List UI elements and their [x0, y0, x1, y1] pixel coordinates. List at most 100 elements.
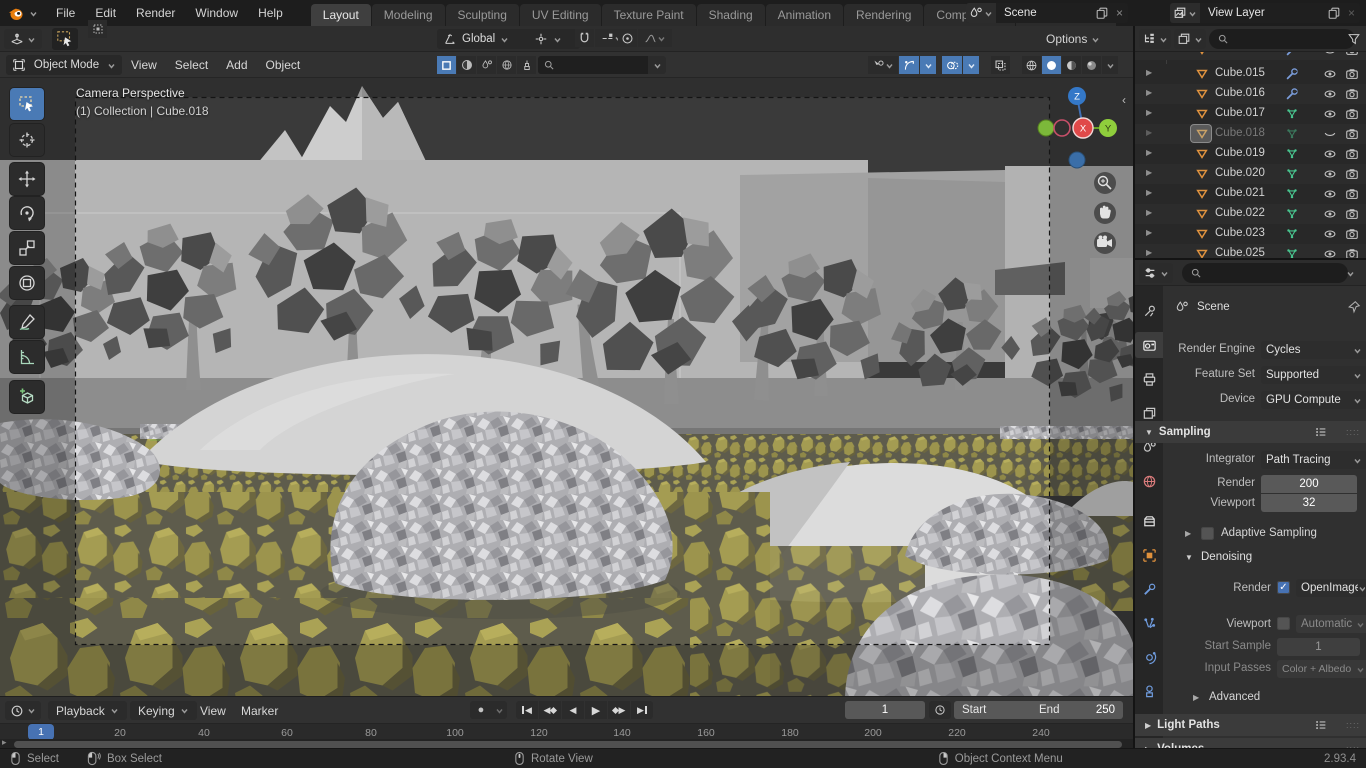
- volumes-panel-header[interactable]: ▶Volumes ::::: [1135, 738, 1366, 748]
- eye-icon[interactable]: [1323, 167, 1337, 181]
- proportional-editing-toggle[interactable]: [618, 29, 637, 47]
- tab-world[interactable]: [1135, 468, 1163, 494]
- playhead[interactable]: 1: [28, 724, 54, 740]
- browse-scene-button[interactable]: [966, 3, 996, 23]
- outliner-row[interactable]: ▶ Cube.021: [1135, 184, 1366, 204]
- viewport-menu-view[interactable]: View: [122, 58, 166, 72]
- sampling-panel-header[interactable]: ▼Sampling ::::: [1135, 421, 1366, 443]
- xray-toggle[interactable]: [991, 56, 1010, 74]
- jump-to-start-button[interactable]: ◀: [516, 701, 538, 719]
- tool-measure[interactable]: [10, 341, 44, 373]
- expand-arrow-icon[interactable]: ▶: [1146, 68, 1152, 77]
- menu-file[interactable]: File: [46, 0, 85, 26]
- camera-visibility-icon[interactable]: [1345, 187, 1359, 201]
- timeline-menu-marker[interactable]: Marker: [233, 701, 286, 720]
- eye-icon[interactable]: [1323, 87, 1337, 101]
- timeline-menu-keying[interactable]: Keying: [130, 701, 197, 720]
- tool-move[interactable]: [10, 163, 44, 195]
- expand-arrow-icon[interactable]: ▶: [1146, 108, 1152, 117]
- filter-collection-button[interactable]: [437, 56, 456, 74]
- camera-visibility-icon[interactable]: [1345, 67, 1359, 81]
- menu-window[interactable]: Window: [185, 0, 248, 26]
- tab-object[interactable]: [1135, 542, 1163, 568]
- outliner-row[interactable]: ▶ Cube.023: [1135, 224, 1366, 244]
- viewport-menu-select[interactable]: Select: [166, 58, 217, 72]
- tool-rotate[interactable]: [10, 197, 44, 229]
- adaptive-sampling-checkbox[interactable]: [1201, 527, 1214, 540]
- device-dropdown[interactable]: GPU Compute: [1261, 391, 1366, 409]
- samples-render-field[interactable]: 200: [1261, 475, 1357, 493]
- camera-visibility-icon[interactable]: [1345, 227, 1359, 241]
- tab-output[interactable]: [1135, 366, 1163, 392]
- panel-grip-icon[interactable]: ::::: [1346, 720, 1360, 730]
- denoise-viewport-checkbox[interactable]: [1277, 617, 1290, 630]
- workspace-tab-sculpting[interactable]: Sculpting: [446, 4, 519, 26]
- editor-type-button[interactable]: [4, 29, 42, 49]
- adaptive-expand-arrow[interactable]: ▶: [1185, 529, 1191, 538]
- region-collapse-arrow[interactable]: ‹: [1122, 93, 1126, 107]
- outliner-row[interactable]: ▶ Cube.016: [1135, 84, 1366, 104]
- camera-visibility-icon[interactable]: [1345, 107, 1359, 121]
- integrator-dropdown[interactable]: Path Tracing: [1261, 451, 1366, 469]
- tool-select-box[interactable]: [10, 88, 44, 120]
- outliner-row[interactable]: ▶ Cube.022: [1135, 204, 1366, 224]
- outliner-row[interactable]: ▶ Cube.020: [1135, 164, 1366, 184]
- tab-tool[interactable]: [1135, 298, 1163, 324]
- outliner-search-field[interactable]: [1209, 29, 1355, 49]
- outliner-display-mode-button[interactable]: [1174, 29, 1206, 49]
- tab-physics[interactable]: [1135, 644, 1163, 670]
- preset-icon[interactable]: [1314, 718, 1328, 732]
- start-sample-field[interactable]: 1: [1277, 638, 1360, 656]
- keying-set-dropdown[interactable]: [492, 701, 507, 719]
- show-gizmo-toggle[interactable]: [899, 56, 919, 74]
- expand-arrow-icon[interactable]: ▶: [1146, 228, 1152, 237]
- timeline-ruler[interactable]: 20 40 60 80 100 120 140 160 180 200 220 …: [0, 723, 1133, 739]
- expand-arrow-icon[interactable]: ▶: [1146, 148, 1152, 157]
- eye-icon[interactable]: [1323, 227, 1337, 241]
- input-passes-dropdown[interactable]: Color + Albedo: [1277, 660, 1366, 678]
- camera-visibility-icon[interactable]: [1345, 147, 1359, 161]
- play-button[interactable]: ▶: [585, 701, 607, 719]
- options-dropdown[interactable]: Options: [1040, 29, 1106, 49]
- viewport-zoom-button[interactable]: [1094, 172, 1116, 194]
- frame-end-field[interactable]: End 250: [1031, 701, 1123, 719]
- outliner-row[interactable]: ▶ Cube.017: [1135, 104, 1366, 124]
- shading-wireframe-button[interactable]: [1022, 56, 1041, 74]
- new-scene-icon[interactable]: [1095, 6, 1109, 20]
- tab-particles[interactable]: [1135, 610, 1163, 636]
- eye-closed-icon[interactable]: [1323, 127, 1337, 141]
- gizmo-axis-x-neg[interactable]: [1038, 120, 1054, 136]
- overlays-dropdown[interactable]: [963, 56, 979, 74]
- viewport-search-dropdown[interactable]: [648, 56, 666, 74]
- panel-grip-icon[interactable]: ::::: [1346, 427, 1360, 437]
- workspace-tab-uv-editing[interactable]: UV Editing: [520, 4, 601, 26]
- browse-view-layer-button[interactable]: [1170, 3, 1200, 23]
- tab-render[interactable]: [1135, 332, 1163, 358]
- viewport-pan-button[interactable]: [1094, 202, 1116, 224]
- menu-help[interactable]: Help: [248, 0, 293, 26]
- pivot-point-dropdown[interactable]: [528, 29, 580, 49]
- gizmo-dropdown[interactable]: [920, 56, 936, 74]
- filter-mesh-button[interactable]: [457, 56, 476, 74]
- tab-constraints[interactable]: [1135, 678, 1163, 704]
- auto-keying-toggle[interactable]: ●: [470, 701, 492, 719]
- feature-set-dropdown[interactable]: Supported: [1261, 366, 1366, 384]
- shading-dropdown[interactable]: [1102, 56, 1118, 74]
- blender-logo[interactable]: [0, 6, 46, 21]
- denoise-render-dropdown[interactable]: OpenImage...: [1296, 579, 1366, 597]
- viewport-menu-object[interactable]: Object: [257, 58, 310, 72]
- timeline-editor-type-button[interactable]: [5, 701, 41, 720]
- filter-scene-button[interactable]: [477, 56, 496, 74]
- eye-icon[interactable]: [1323, 67, 1337, 81]
- denoise-render-checkbox[interactable]: ✓: [1277, 581, 1290, 594]
- pin-icon[interactable]: [1347, 300, 1361, 314]
- tool-annotate[interactable]: [10, 306, 44, 338]
- camera-visibility-icon[interactable]: [1345, 167, 1359, 181]
- expand-arrow-icon[interactable]: ▶: [1146, 168, 1152, 177]
- filter-world-button[interactable]: [497, 56, 516, 74]
- eye-icon[interactable]: [1323, 107, 1337, 121]
- new-view-layer-icon[interactable]: [1327, 6, 1341, 20]
- eye-icon[interactable]: [1323, 147, 1337, 161]
- camera-visibility-icon[interactable]: [1345, 247, 1359, 258]
- outliner-row[interactable]: ▶ Cube.015: [1135, 64, 1366, 84]
